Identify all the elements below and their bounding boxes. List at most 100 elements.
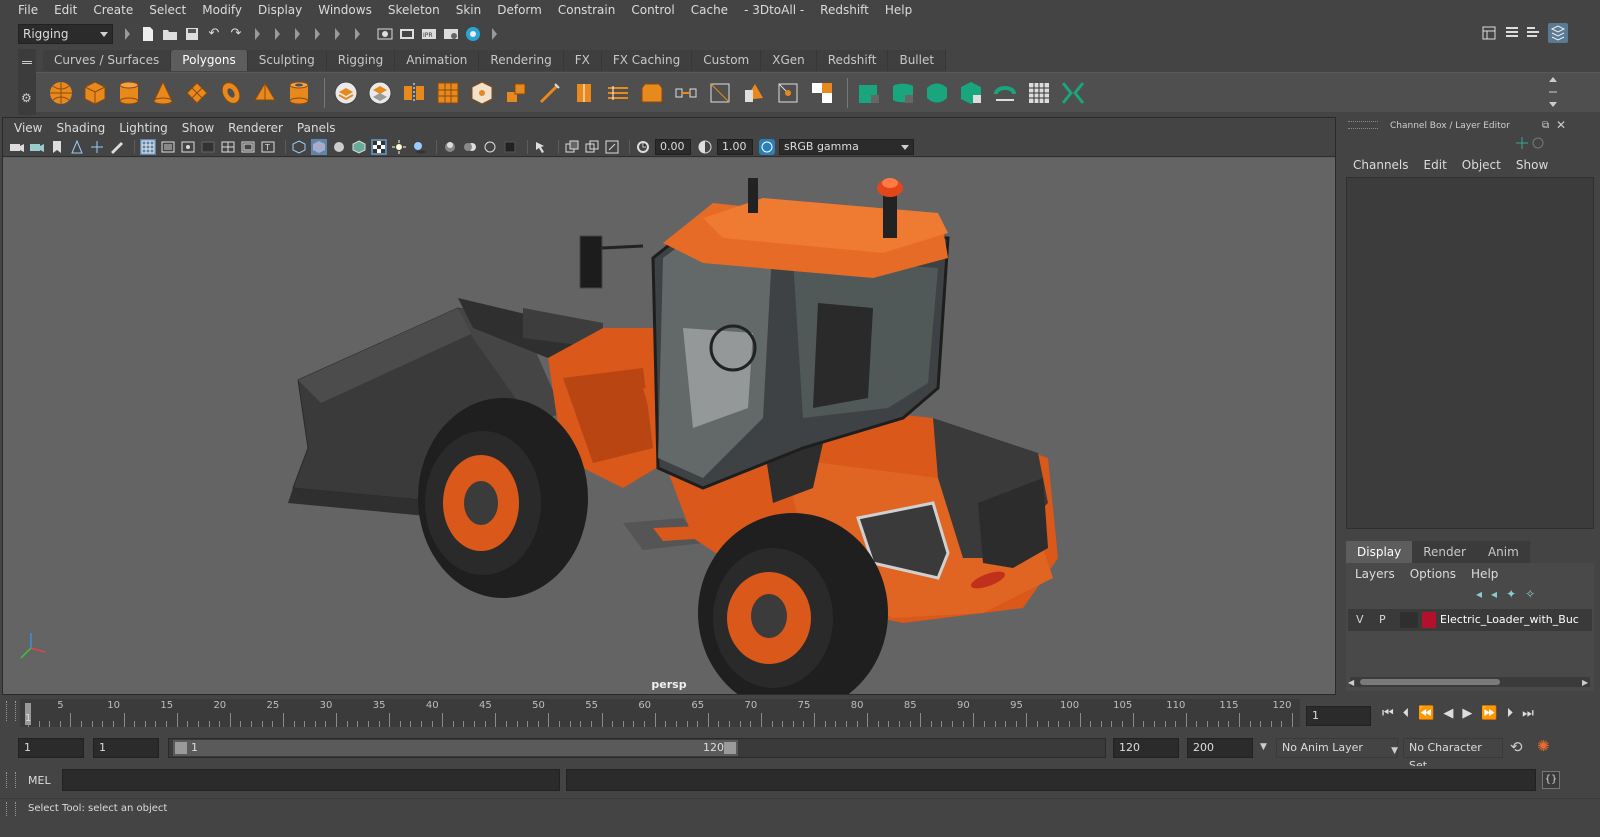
color-space-dropdown[interactable]: sRGB gamma: [779, 138, 914, 155]
mirror-icon[interactable]: [399, 78, 429, 108]
perspective-viewport[interactable]: [3, 158, 1335, 694]
poly-pipe-icon[interactable]: [284, 78, 314, 108]
shelf-tab-redshift[interactable]: Redshift: [816, 50, 889, 71]
shelf-scroll-arrows[interactable]: [1548, 76, 1558, 108]
combine-icon[interactable]: [331, 78, 361, 108]
current-frame-field[interactable]: 1: [1306, 706, 1371, 726]
save-scene-icon[interactable]: [184, 26, 200, 42]
append-polygon-icon[interactable]: [739, 78, 769, 108]
gamma-icon[interactable]: [697, 139, 713, 155]
open-scene-icon[interactable]: [162, 26, 178, 42]
shelf-tab-custom[interactable]: Custom: [692, 50, 762, 71]
channel-box-toggle-icon[interactable]: [1548, 23, 1568, 43]
drag-handle-icon[interactable]: [1348, 121, 1378, 129]
collapse-handle-icon[interactable]: [273, 25, 281, 43]
chevron-down-icon[interactable]: ▼: [1260, 742, 1267, 752]
bevel-icon[interactable]: [637, 78, 667, 108]
object-menu[interactable]: Object: [1462, 158, 1501, 172]
screen-space-ao-icon[interactable]: [442, 139, 458, 155]
target-weld-icon[interactable]: [773, 78, 803, 108]
help-menu[interactable]: Help: [1471, 567, 1498, 581]
separate-icon[interactable]: [365, 78, 395, 108]
move-layer-up-icon[interactable]: ◂: [1476, 587, 1482, 601]
play-backwards-icon[interactable]: ◀: [1443, 706, 1453, 721]
xray-icon[interactable]: [564, 139, 580, 155]
auto-key-icon[interactable]: ⟲: [1510, 738, 1523, 756]
gamma-field[interactable]: 1.00: [717, 138, 753, 155]
menuset-dropdown[interactable]: Rigging: [18, 23, 113, 44]
layer-tab-anim[interactable]: Anim: [1476, 541, 1530, 563]
render-settings-icon[interactable]: [443, 26, 459, 42]
layer-display-type[interactable]: [1400, 612, 1418, 628]
help-line-drag-handle-icon[interactable]: [6, 802, 16, 816]
poly-cube-icon[interactable]: [80, 78, 110, 108]
timeline-drag-handle-icon[interactable]: [6, 701, 16, 721]
motion-blur-icon[interactable]: [462, 139, 478, 155]
layer-horizontal-scrollbar[interactable]: ◀ ▶: [1348, 677, 1590, 687]
menu-redshift[interactable]: Redshift: [812, 0, 877, 20]
tool-settings-toggle-icon[interactable]: [1525, 25, 1541, 41]
use-default-material-icon[interactable]: [331, 139, 347, 155]
grid-icon[interactable]: [140, 138, 156, 155]
edit-menu[interactable]: Edit: [1424, 158, 1447, 172]
gear-icon[interactable]: ⚙: [21, 91, 32, 105]
extrude-icon[interactable]: [501, 78, 531, 108]
viewport-menu-show[interactable]: Show: [175, 121, 221, 135]
field-chart-icon[interactable]: [220, 139, 236, 155]
bookmark-icon[interactable]: [49, 139, 65, 155]
scene-start-field[interactable]: 1: [18, 738, 84, 758]
uv-spherical-icon[interactable]: [922, 78, 952, 108]
merge-icon[interactable]: [807, 78, 837, 108]
use-all-lights-icon[interactable]: [391, 139, 407, 155]
uv-editor-icon[interactable]: [1024, 78, 1054, 108]
viewport-menu-renderer[interactable]: Renderer: [221, 121, 290, 135]
collapse-handle-icon[interactable]: [490, 25, 498, 43]
new-layer-icon[interactable]: ✦: [1506, 587, 1516, 601]
range-start-handle[interactable]: [175, 742, 187, 754]
menu-modify[interactable]: Modify: [194, 0, 250, 20]
menu-deform[interactable]: Deform: [489, 0, 550, 20]
gate-mask-icon[interactable]: [200, 139, 216, 155]
isolate-select-icon[interactable]: [533, 139, 549, 155]
options-menu[interactable]: Options: [1410, 567, 1456, 581]
shelf-tab-polygons[interactable]: Polygons: [171, 50, 248, 71]
menu-skeleton[interactable]: Skeleton: [380, 0, 448, 20]
show-menu[interactable]: Show: [1516, 158, 1548, 172]
poly-plane-icon[interactable]: [182, 78, 212, 108]
script-editor-icon[interactable]: {}: [1542, 771, 1560, 789]
menu-help[interactable]: Help: [877, 0, 920, 20]
textured-icon[interactable]: [371, 138, 387, 155]
range-slider-bar[interactable]: [173, 740, 738, 756]
exposure-field[interactable]: 0.00: [655, 138, 691, 155]
command-line-drag-handle-icon[interactable]: [6, 772, 16, 788]
viewport-menu-lighting[interactable]: Lighting: [112, 121, 175, 135]
exposure-icon[interactable]: [635, 139, 651, 155]
new-layer-selected-icon[interactable]: ✧: [1525, 587, 1535, 601]
command-input[interactable]: [62, 769, 560, 791]
animation-preferences-icon[interactable]: ✺: [1537, 737, 1550, 755]
depth-of-field-icon[interactable]: [502, 139, 518, 155]
uv-layout-icon[interactable]: [1058, 78, 1088, 108]
xray-joints-icon[interactable]: [604, 139, 620, 155]
menu-constrain[interactable]: Constrain: [550, 0, 624, 20]
collapse-handle-icon[interactable]: [333, 25, 341, 43]
uv-unfold-icon[interactable]: [990, 78, 1020, 108]
safe-action-icon[interactable]: [240, 139, 256, 155]
layer-color-swatch[interactable]: [1422, 612, 1436, 628]
anti-aliasing-icon[interactable]: [482, 139, 498, 155]
layer-tab-display[interactable]: Display: [1346, 541, 1413, 563]
poly-cone-icon[interactable]: [148, 78, 178, 108]
fill-hole-icon[interactable]: [705, 78, 735, 108]
range-slider[interactable]: 1 120: [168, 738, 1106, 758]
shelf-tab-fx[interactable]: FX: [563, 50, 602, 71]
hypershade-icon[interactable]: [465, 26, 481, 42]
move-layer-down-icon[interactable]: ◂: [1491, 587, 1497, 601]
menu-3dtoall[interactable]: - 3DtoAll -: [736, 0, 812, 20]
collapse-handle-icon[interactable]: [123, 25, 131, 43]
attribute-editor-toggle-icon[interactable]: [1504, 25, 1520, 41]
select-camera-icon[interactable]: [9, 139, 25, 155]
menu-skin[interactable]: Skin: [448, 0, 490, 20]
shelf-tab-xgen[interactable]: XGen: [761, 50, 817, 71]
scene-end-field[interactable]: 200: [1187, 738, 1253, 758]
viewport-menu-view[interactable]: View: [7, 121, 49, 135]
